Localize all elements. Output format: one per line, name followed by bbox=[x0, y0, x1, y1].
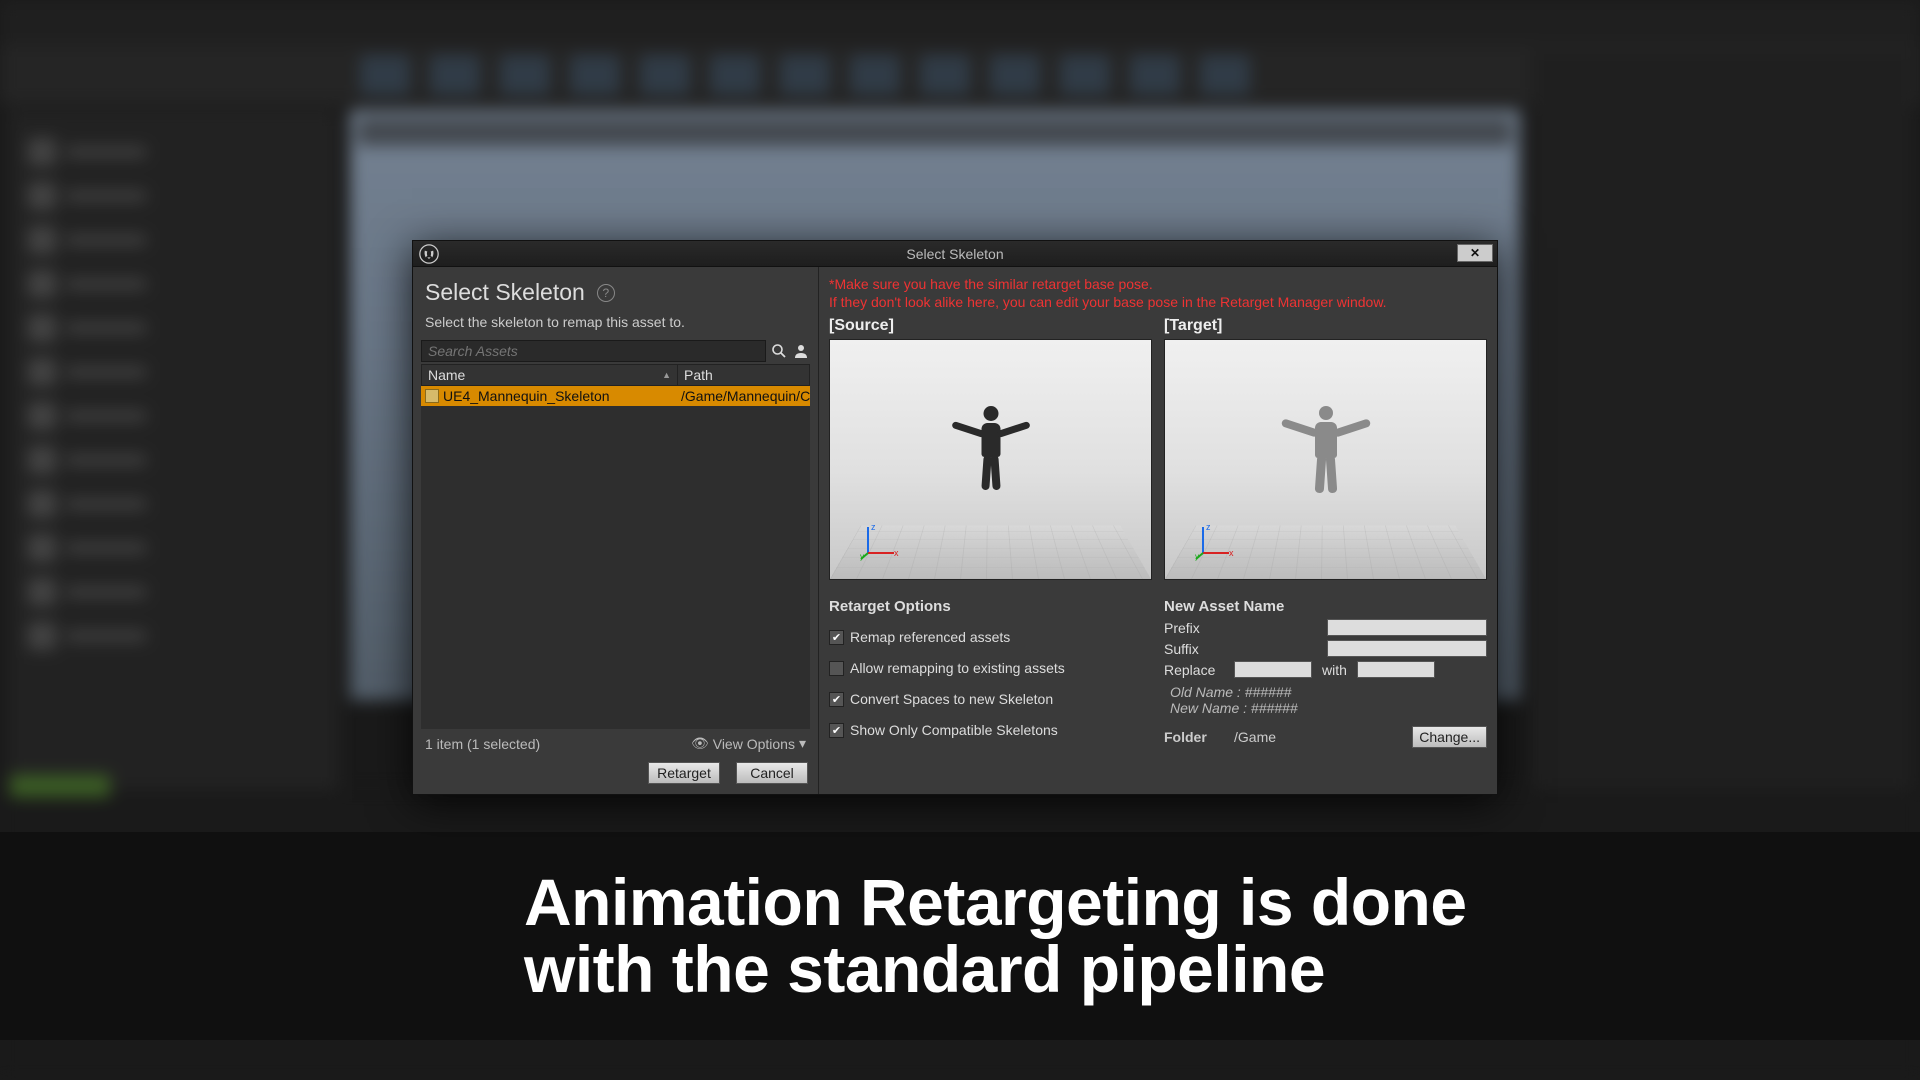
sort-arrow-icon: ▲ bbox=[662, 370, 671, 380]
table-header: Name▲ Path bbox=[421, 364, 810, 386]
view-options-dropdown[interactable]: 👁 View Options ▾ bbox=[691, 735, 806, 752]
search-icon[interactable] bbox=[770, 342, 788, 360]
checkbox-allow-existing-label: Allow remapping to existing assets bbox=[850, 660, 1065, 676]
table-row[interactable]: UE4_Mannequin_Skeleton /Game/Mannequin/C… bbox=[421, 386, 810, 406]
col-path[interactable]: Path bbox=[678, 365, 809, 385]
picker-heading: Select Skeleton ? bbox=[421, 277, 810, 310]
svg-text:x: x bbox=[1229, 548, 1234, 558]
suffix-label: Suffix bbox=[1164, 641, 1224, 657]
prefix-input[interactable] bbox=[1327, 619, 1487, 636]
svg-text:z: z bbox=[871, 522, 876, 532]
new-asset-name: New Asset Name Prefix Suffix Replace wit… bbox=[1164, 598, 1487, 786]
retarget-preview-pane: *Make sure you have the similar retarget… bbox=[819, 267, 1497, 794]
search-input[interactable] bbox=[421, 340, 766, 362]
checkbox-remap[interactable] bbox=[829, 630, 844, 645]
change-folder-button[interactable]: Change... bbox=[1412, 726, 1487, 748]
source-viewport[interactable]: z x y bbox=[829, 339, 1152, 580]
caption-overlay: Animation Retargeting is done with the s… bbox=[0, 832, 1920, 1040]
warning-text: *Make sure you have the similar retarget… bbox=[829, 275, 1487, 311]
row-name: UE4_Mannequin_Skeleton bbox=[443, 388, 610, 404]
old-name-hint: Old Name : ###### bbox=[1164, 684, 1487, 700]
checkbox-compat-only[interactable] bbox=[829, 723, 844, 738]
options-heading: Retarget Options bbox=[829, 598, 1152, 615]
item-count: 1 item (1 selected) bbox=[425, 736, 540, 752]
svg-text:x: x bbox=[894, 548, 899, 558]
replace-label: Replace bbox=[1164, 662, 1224, 678]
with-label: with bbox=[1322, 662, 1347, 678]
folder-value: /Game bbox=[1234, 729, 1402, 745]
cancel-button[interactable]: Cancel bbox=[736, 762, 808, 784]
checkbox-remap-label: Remap referenced assets bbox=[850, 629, 1010, 645]
picker-heading-text: Select Skeleton bbox=[425, 279, 585, 306]
prefix-label: Prefix bbox=[1164, 620, 1224, 636]
svg-text:y: y bbox=[1195, 552, 1199, 561]
row-path: /Game/Mannequin/Char bbox=[677, 387, 810, 405]
checkbox-convert-spaces[interactable] bbox=[829, 692, 844, 707]
target-label: [Target] bbox=[1164, 317, 1487, 335]
source-character bbox=[981, 406, 1000, 457]
dialog-title: Select Skeleton bbox=[906, 246, 1003, 262]
axis-gizmo-icon: z x y bbox=[1195, 521, 1235, 561]
target-character bbox=[1315, 406, 1337, 458]
skeleton-asset-icon bbox=[425, 389, 439, 403]
chevron-down-icon: ▾ bbox=[799, 735, 806, 752]
eye-icon: 👁 bbox=[691, 735, 709, 752]
checkbox-convert-spaces-label: Convert Spaces to new Skeleton bbox=[850, 691, 1053, 707]
help-icon[interactable]: ? bbox=[597, 284, 615, 302]
picker-subtitle: Select the skeleton to remap this asset … bbox=[421, 310, 810, 340]
caption-text: Animation Retargeting is done with the s… bbox=[524, 869, 1467, 1004]
retarget-button[interactable]: Retarget bbox=[648, 762, 720, 784]
source-label: [Source] bbox=[829, 317, 1152, 335]
col-name[interactable]: Name▲ bbox=[422, 365, 678, 385]
suffix-input[interactable] bbox=[1327, 640, 1487, 657]
new-name-hint: New Name : ###### bbox=[1164, 700, 1487, 716]
target-viewport[interactable]: z x y bbox=[1164, 339, 1487, 580]
user-filter-icon[interactable] bbox=[792, 342, 810, 360]
table-body: UE4_Mannequin_Skeleton /Game/Mannequin/C… bbox=[421, 386, 810, 729]
folder-label: Folder bbox=[1164, 729, 1224, 745]
axis-gizmo-icon: z x y bbox=[860, 521, 900, 561]
close-button[interactable]: ✕ bbox=[1457, 244, 1493, 262]
select-skeleton-dialog: Select Skeleton ✕ Select Skeleton ? Sele… bbox=[412, 240, 1498, 795]
retarget-options: Retarget Options Remap referenced assets… bbox=[829, 598, 1152, 786]
replace-to-input[interactable] bbox=[1357, 661, 1435, 678]
dialog-titlebar[interactable]: Select Skeleton ✕ bbox=[413, 241, 1497, 267]
replace-from-input[interactable] bbox=[1234, 661, 1312, 678]
skeleton-picker-pane: Select Skeleton ? Select the skeleton to… bbox=[413, 267, 819, 794]
checkbox-allow-existing[interactable] bbox=[829, 661, 844, 676]
svg-text:y: y bbox=[860, 552, 864, 561]
checkbox-compat-only-label: Show Only Compatible Skeletons bbox=[850, 722, 1058, 738]
unreal-logo-icon bbox=[419, 244, 439, 264]
svg-text:z: z bbox=[1206, 522, 1211, 532]
naming-heading: New Asset Name bbox=[1164, 598, 1487, 615]
